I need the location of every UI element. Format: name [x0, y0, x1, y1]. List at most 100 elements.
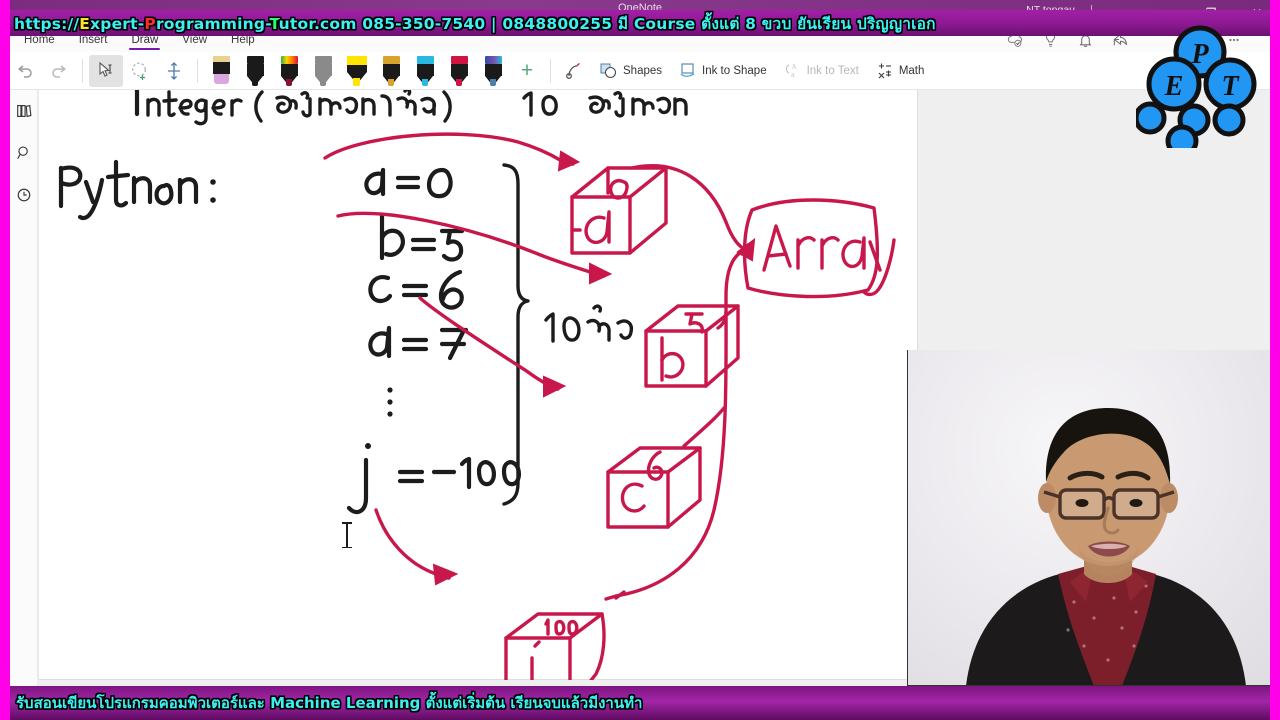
math-label: Math — [898, 64, 925, 77]
promo-banner-top: https://Expert-Programming-Tutor.com 085… — [0, 10, 1280, 36]
promo-part-3: P — [144, 14, 156, 33]
ink-connector-j — [604, 590, 626, 601]
insert-space-icon — [168, 61, 180, 80]
ink-to-shape-icon — [680, 63, 695, 77]
pen-black-icon — [246, 55, 264, 86]
pen-rainbow[interactable] — [272, 55, 306, 87]
sidebar-item-search[interactable] — [11, 140, 37, 166]
promo-part-0: https:// — [14, 14, 80, 33]
pen-red[interactable] — [442, 55, 476, 87]
promo-top-text: https://Expert-Programming-Tutor.com 085… — [0, 11, 936, 36]
promo-part-2: xpert- — [90, 14, 145, 33]
pen-rainbow-icon — [280, 55, 298, 86]
pen-galaxy[interactable] — [476, 55, 510, 87]
ribbon-separator-3 — [550, 58, 551, 83]
pen-cyan[interactable] — [408, 55, 442, 87]
handwritten-ink-layer: .bk { fill:none; stroke:#1c1c1c; stroke-… — [58, 90, 896, 680]
eraser-icon — [212, 55, 230, 86]
search-icon — [16, 146, 28, 160]
plus-icon: + — [520, 59, 534, 82]
redo-button[interactable] — [42, 55, 76, 87]
draw-ribbon: + Shapes Ink to Shape A a Ink to Text Ma… — [0, 52, 1280, 90]
promo-part-6: utor.com 085-350-7540 | 0848800255 มี Co… — [278, 14, 936, 33]
logo-letter-p: P — [1190, 39, 1209, 70]
sidebar-item-notebooks[interactable] — [11, 98, 37, 124]
svg-text:a: a — [791, 70, 795, 79]
logo-letter-e: E — [1164, 71, 1184, 102]
notebooks-icon — [16, 104, 31, 118]
webcam-video — [908, 350, 1280, 685]
ink-brace-label — [544, 304, 634, 343]
ink-to-shape-label: Ink to Shape — [702, 64, 767, 77]
undo-icon — [17, 64, 32, 78]
pen-cyan-icon — [416, 55, 434, 86]
shapes-icon — [600, 63, 617, 79]
text-caret — [343, 522, 351, 548]
sidebar-item-recent[interactable] — [11, 182, 37, 208]
ink-connector-spine — [614, 237, 756, 598]
math-icon — [878, 63, 891, 79]
ribbon-separator-2 — [197, 58, 198, 83]
onenote-window: OneNote NT tongau – ❐ ✕ Home Insert Draw… — [0, 0, 1280, 720]
promo-part-1: E — [79, 14, 91, 33]
pen-galaxy-icon — [484, 55, 502, 86]
add-pen-button[interactable]: + — [510, 55, 544, 87]
math-button[interactable]: Math — [867, 55, 933, 87]
ept-logo-icon: P E T — [1133, 25, 1257, 158]
ink-arrow-a — [323, 132, 581, 172]
presenter-figure — [966, 408, 1246, 685]
ink-arrow-j — [374, 508, 459, 586]
ink-to-text-button[interactable]: A a Ink to Text — [775, 55, 867, 87]
highlighter-yellow[interactable] — [340, 55, 374, 87]
pen-gold-icon — [382, 55, 400, 86]
ink-python-label — [58, 159, 216, 221]
clock-icon — [17, 188, 30, 202]
promo-bottom-text: รับสอนเขียนโปรแกรมคอมพิวเตอร์และ Machine… — [16, 694, 643, 712]
pencil-gray[interactable] — [306, 55, 340, 87]
ink-box-a — [570, 166, 668, 255]
ink-to-shape-button[interactable]: Ink to Shape — [670, 55, 775, 87]
frame-right-edge — [1270, 0, 1280, 720]
ink-arrow-b — [336, 211, 613, 285]
pencil-icon — [314, 55, 332, 86]
highlighter-yellow-icon — [347, 55, 367, 86]
select-tool-button[interactable] — [89, 54, 123, 87]
eraser-tool[interactable] — [204, 55, 238, 87]
pen-black[interactable] — [238, 55, 272, 87]
ink-replay-button[interactable] — [557, 55, 591, 87]
undo-button[interactable] — [8, 55, 42, 87]
pen-red-icon — [450, 55, 468, 86]
webcam-panel — [907, 350, 1280, 686]
ink-arrow-c — [418, 296, 567, 398]
ink-array-label — [742, 198, 896, 299]
ink-replay-icon — [566, 62, 580, 79]
ink-to-text-icon: A a — [785, 63, 796, 79]
lasso-select-icon — [132, 62, 146, 80]
ink-var-j — [346, 443, 521, 515]
redo-icon — [52, 64, 67, 78]
logo-letter-t: T — [1221, 71, 1240, 102]
shapes-label: Shapes — [623, 64, 663, 77]
shapes-button[interactable]: Shapes — [591, 55, 670, 87]
promo-part-5: T — [269, 14, 279, 33]
promo-banner-bottom: รับสอนเขียนโปรแกรมคอมพิวเตอร์และ Machine… — [0, 686, 1280, 720]
ribbon-separator — [82, 58, 83, 83]
ept-logo: P E T — [1133, 22, 1264, 158]
ink-var-a — [364, 167, 453, 199]
ink-box-j — [504, 612, 606, 680]
pen-gold[interactable] — [374, 55, 408, 87]
ink-brace — [502, 163, 530, 506]
ink-to-text-label: Ink to Text — [806, 64, 859, 77]
ink-var-b — [379, 212, 465, 262]
ink-var-c — [368, 269, 464, 310]
select-cursor-icon — [99, 61, 112, 77]
promo-part-4: rogramming- — [155, 14, 270, 33]
ink-var-d — [368, 325, 469, 361]
note-page[interactable]: .bk { fill:none; stroke:#1c1c1c; stroke-… — [38, 90, 918, 680]
ink-ellipsis — [387, 387, 393, 417]
ink-box-c — [606, 446, 702, 529]
lasso-select-button[interactable] — [123, 55, 157, 87]
left-nav-rail — [10, 90, 38, 686]
ink-heading — [134, 90, 688, 126]
insert-space-button[interactable] — [157, 55, 191, 87]
